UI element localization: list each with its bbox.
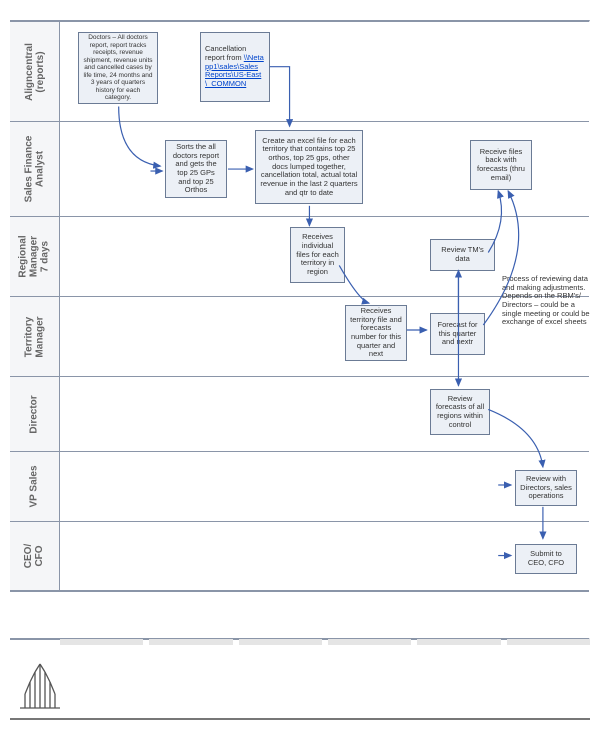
lane-header-territory-manager: TerritoryManager bbox=[10, 297, 60, 376]
lane-territory-manager: TerritoryManager Receives territory file… bbox=[10, 297, 589, 377]
box-receives-region: Receives individual files for each terri… bbox=[290, 227, 345, 283]
lane-label-director: Director bbox=[29, 395, 40, 433]
box-receives-territory: Receives territory file and forecasts nu… bbox=[345, 305, 407, 361]
box-review-tm: Review TM's data bbox=[430, 239, 495, 271]
box-sorts: Sorts the all doctors report and gets th… bbox=[165, 140, 227, 198]
lane-label-regional-manager: RegionalManager7 days bbox=[18, 235, 51, 277]
box-review-regions: Review forecasts of all regions within c… bbox=[430, 389, 490, 435]
building-logo-icon bbox=[15, 660, 65, 712]
box-forecast: Forecast for this quarter and nextr bbox=[430, 313, 485, 355]
lane-header-ceo-cfo: CEO/CFO bbox=[10, 522, 60, 590]
box-doctors-report: Doctors – All doctors report, report tra… bbox=[78, 32, 158, 104]
box-create-excel: Create an excel file for each territory … bbox=[255, 130, 363, 204]
lane-sales-finance: Sales FinanceAnalyst Sorts the all docto… bbox=[10, 122, 589, 217]
footer-shade bbox=[60, 639, 590, 645]
lane-director: Director Review forecasts of all regions… bbox=[10, 377, 589, 452]
lane-label-ceo-cfo: CEO/CFO bbox=[23, 544, 45, 568]
box-review-directors: Review with Directors, sales operations bbox=[515, 470, 577, 506]
box-cancellation-report: Cancellation report from \\Netapp1\sales… bbox=[200, 32, 270, 102]
lane-ceo-cfo: CEO/CFO Submit to CEO, CFO bbox=[10, 522, 589, 592]
lane-header-vp-sales: VP Sales bbox=[10, 452, 60, 521]
lane-header-aligncentral: Aligncentral(reports) bbox=[10, 22, 60, 121]
lane-header-director: Director bbox=[10, 377, 60, 451]
lane-label-sales-finance: Sales FinanceAnalyst bbox=[24, 136, 46, 203]
lane-label-aligncentral: Aligncentral(reports) bbox=[24, 43, 46, 101]
annotation-process: Process of reviewing data and making adj… bbox=[502, 275, 592, 327]
box-receive-files: Receive files back with forecasts (thru … bbox=[470, 140, 532, 190]
lane-header-sales-finance: Sales FinanceAnalyst bbox=[10, 122, 60, 216]
lane-header-regional-manager: RegionalManager7 days bbox=[10, 217, 60, 296]
lane-label-territory-manager: TerritoryManager bbox=[24, 316, 46, 357]
box-submit: Submit to CEO, CFO bbox=[515, 544, 577, 574]
swimlane-diagram: Aligncentral(reports) Doctors – All doct… bbox=[10, 20, 590, 640]
footer-rule bbox=[10, 718, 590, 720]
lane-vp-sales: VP Sales Review with Directors, sales op… bbox=[10, 452, 589, 522]
lane-label-vp-sales: VP Sales bbox=[29, 465, 40, 507]
lane-aligncentral: Aligncentral(reports) Doctors – All doct… bbox=[10, 22, 589, 122]
